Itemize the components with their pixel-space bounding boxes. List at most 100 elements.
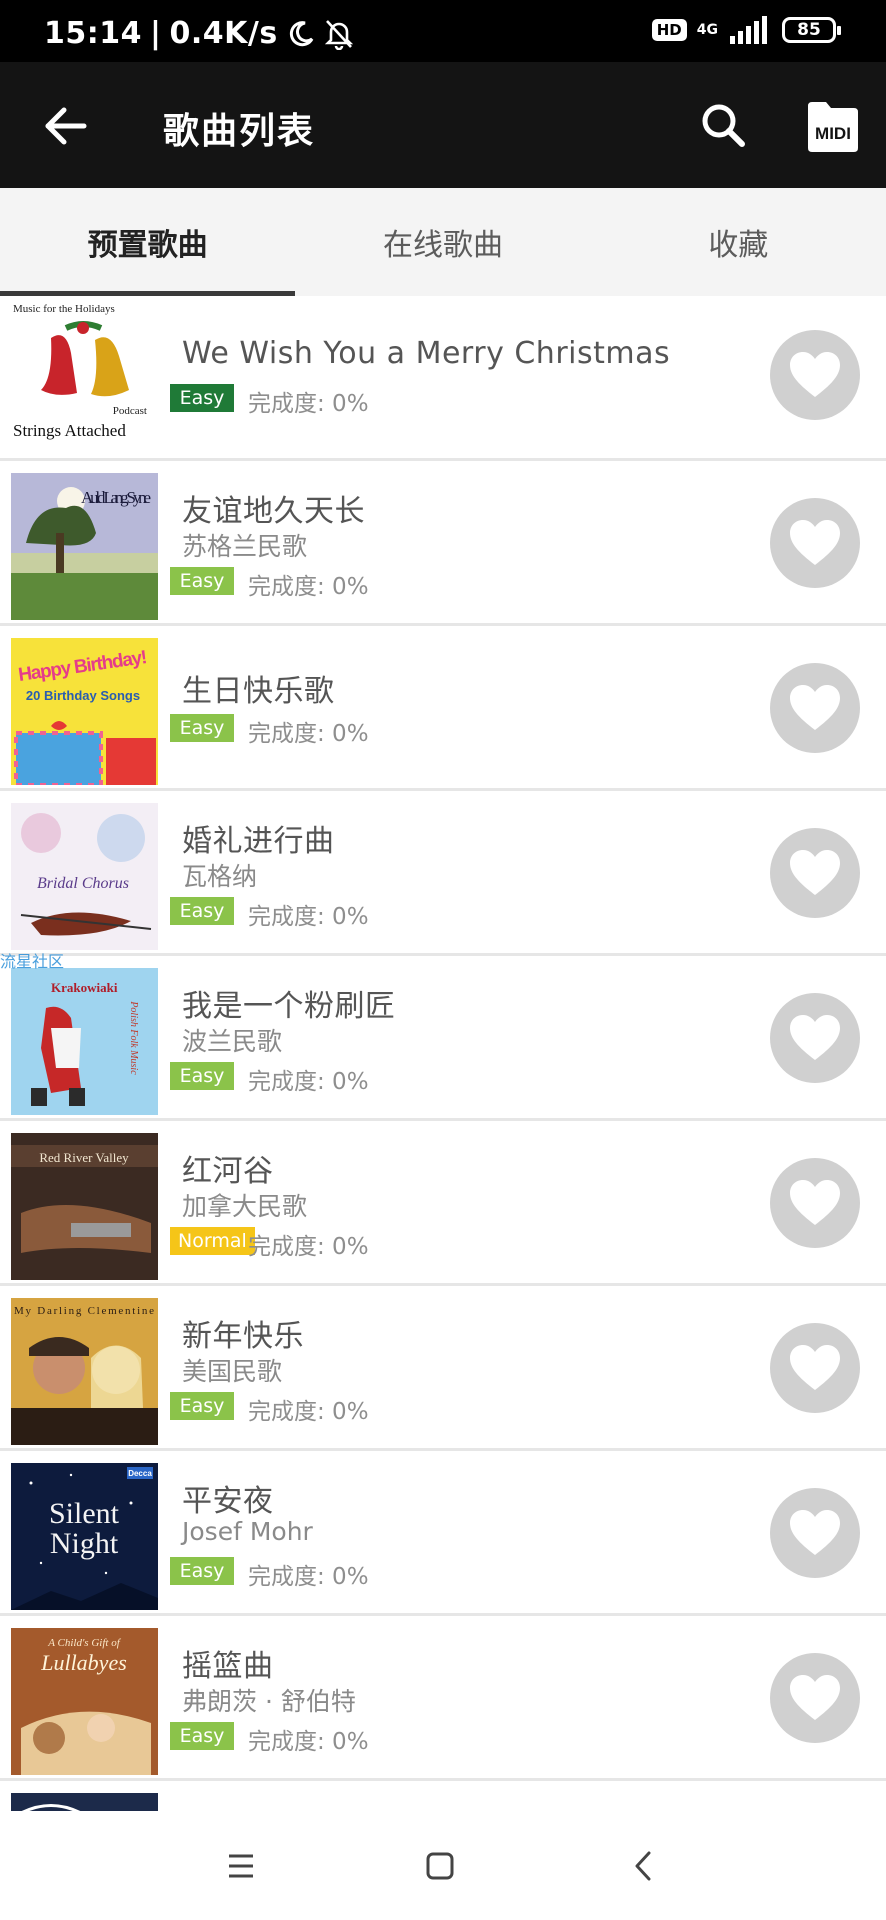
song-row[interactable]: Bridal Chorus 婚礼进行曲 瓦格纳 Easy 完成度: 0% [0,791,886,956]
network-type: 4G [696,22,718,38]
progress-text: 完成度: 0% [248,1069,369,1095]
heart-icon [790,352,840,397]
system-nav-bar [0,1811,886,1920]
favorite-button[interactable] [770,498,860,588]
heart-icon [790,850,840,895]
song-title: 生日快乐歌 [182,674,335,709]
favorite-button[interactable] [770,1653,860,1743]
auld-lang-syne-cover-art: Auld Lang Syne [11,473,158,620]
song-artist: 加拿大民歌 [182,1192,308,1221]
song-artist: 瓦格纳 [182,862,258,891]
hd-badge: HD [651,19,687,41]
song-row[interactable]: Krakowiaki Polish Folk Music 我是一个粉刷匠 波兰民… [0,956,886,1121]
song-row[interactable]: Auld Lang Syne 友谊地久天长 苏格兰民歌 Easy 完成度: 0% [0,461,886,626]
bell-off-icon [324,19,353,50]
difficulty-badge: Easy [170,384,234,412]
song-title: 友谊地久天长 [182,494,365,529]
favorite-button[interactable] [770,1158,860,1248]
red-river-valley-cover-art: Red River Valley [11,1133,158,1280]
signal-icon [730,16,767,44]
difficulty-badge: Easy [170,897,234,925]
album-cover: Bridal Chorus [11,803,158,950]
song-row[interactable]: Happy Birthday! 20 Birthday Songs 生日快乐歌 … [0,626,886,791]
song-title: 平安夜 [182,1484,274,1519]
back-arrow-icon[interactable] [38,98,94,154]
heart-icon [790,1015,840,1060]
moon-icon [289,20,313,46]
favorite-button[interactable] [770,828,860,918]
album-cover: My Darling Clementine [11,1298,158,1445]
song-title: 婚礼进行曲 [182,824,335,859]
cover-text: Decca [128,1469,152,1478]
menu-icon[interactable] [216,1841,266,1891]
song-row[interactable]: Decca Silent Night 平安夜 Josef Mohr Easy 完… [0,1451,886,1616]
tab-preset-songs[interactable]: 预置歌曲 [0,188,295,296]
difficulty-badge: Easy [170,714,234,742]
home-icon[interactable] [415,1841,465,1891]
album-cover [11,1793,158,1811]
krakowiaki-cover-art: Krakowiaki Polish Folk Music [11,968,158,1115]
progress-text: 完成度: 0% [248,391,369,417]
tab-bar: 预置歌曲 在线歌曲 收藏 [0,188,886,296]
cover-text: Silent [49,1497,120,1530]
song-title: 摇篮曲 [182,1649,274,1684]
midi-file-icon[interactable]: MIDI [806,102,860,152]
progress-text: 完成度: 0% [248,1234,369,1260]
song-artist: 弗朗茨 · 舒伯特 [182,1687,356,1716]
progress-text: 完成度: 0% [248,904,369,930]
midi-label: MIDI [815,124,851,143]
difficulty-badge: Easy [170,1722,234,1750]
cover-text: 20 Birthday Songs [26,688,140,703]
album-cover: A Child's Gift of Lullabyes [11,1628,158,1775]
birthday-cover-art: Happy Birthday! 20 Birthday Songs [11,638,158,785]
status-separator: | [150,16,162,51]
tab-online-songs[interactable]: 在线歌曲 [295,188,590,296]
song-artist: 苏格兰民歌 [182,532,308,561]
tab-favorites[interactable]: 收藏 [591,188,886,296]
favorite-button[interactable] [770,993,860,1083]
status-left: 15:14 | 0.4K/s [44,16,354,51]
difficulty-badge: Easy [170,1557,234,1585]
song-title: We Wish You a Merry Christmas [182,336,671,371]
lullabyes-cover-art: A Child's Gift of Lullabyes [11,1628,158,1775]
album-cover: Krakowiaki Polish Folk Music [11,968,158,1115]
tab-label: 在线歌曲 [382,228,503,263]
progress-text: 完成度: 0% [248,574,369,600]
search-icon[interactable] [696,98,752,154]
song-list[interactable]: Music for the Holidays Podcast Strings A… [0,296,886,1811]
song-row[interactable]: Red River Valley 红河谷 加拿大民歌 Normal 完成度: 0… [0,1121,886,1286]
back-icon[interactable] [618,1841,668,1891]
status-right: HD 4G 85 [651,16,841,44]
heart-icon [790,1345,840,1390]
favorite-button[interactable] [770,1323,860,1413]
song-row[interactable]: My Darling Clementine 新年快乐 美国民歌 Easy 完成度… [0,1286,886,1451]
cover-text: Polish Folk Music [128,1000,139,1075]
song-row[interactable]: A Child's Gift of Lullabyes 摇篮曲 弗朗茨 · 舒伯… [0,1616,886,1781]
battery-level: 85 [797,20,821,40]
tab-label: 预置歌曲 [87,228,208,263]
battery-icon: 85 [782,17,841,43]
progress-text: 完成度: 0% [248,1564,369,1590]
album-cover-art [11,1793,158,1811]
progress-text: 完成度: 0% [248,1729,369,1755]
difficulty-badge: Easy [170,1392,234,1420]
status-net-speed: 0.4K/s [169,16,278,51]
song-title: 新年快乐 [182,1319,304,1354]
album-cover: Happy Birthday! 20 Birthday Songs [11,638,158,785]
song-artist: 波兰民歌 [182,1027,283,1056]
cover-text: Krakowiaki [51,980,118,995]
cover-text: Red River Valley [39,1150,129,1165]
song-row[interactable] [0,1781,886,1811]
song-row[interactable]: Music for the Holidays Podcast Strings A… [0,296,886,461]
album-cover: Music for the Holidays Podcast Strings A… [11,298,158,445]
favorite-button[interactable] [770,1488,860,1578]
cover-text: Music for the Holidays [13,303,115,315]
page-title: 歌曲列表 [163,111,316,152]
heart-icon [790,1180,840,1225]
favorite-button[interactable] [770,330,860,420]
song-title: 我是一个粉刷匠 [182,989,396,1024]
cover-text: Strings Attached [13,421,126,440]
favorite-button[interactable] [770,663,860,753]
song-artist: 美国民歌 [182,1357,283,1386]
difficulty-badge: Normal [170,1227,255,1255]
